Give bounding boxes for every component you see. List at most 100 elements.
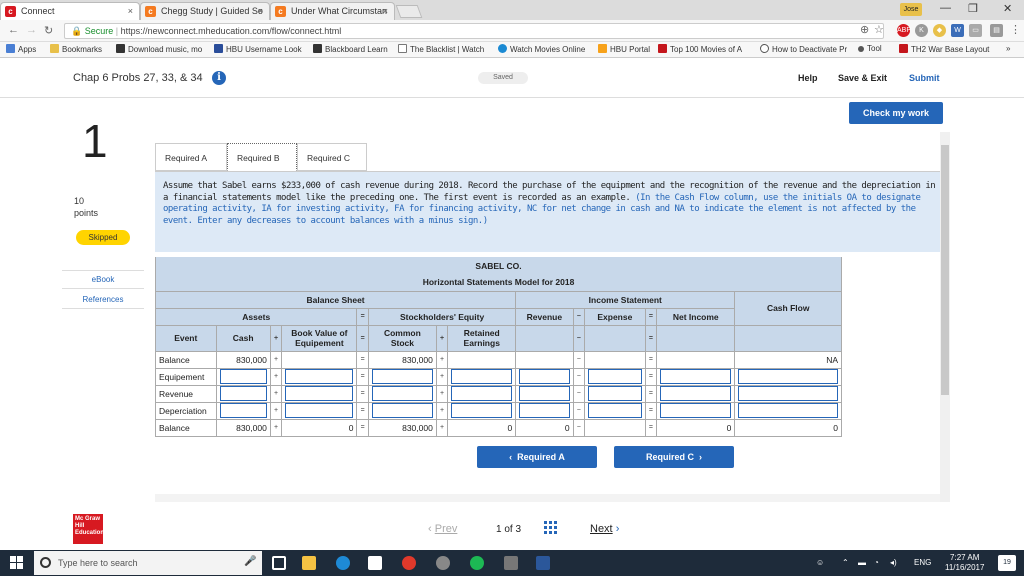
cash-input[interactable] bbox=[220, 369, 267, 384]
taskbar-search-input[interactable]: Type here to search bbox=[34, 551, 262, 575]
re-input[interactable] bbox=[451, 386, 512, 401]
extension-word-icon[interactable]: W bbox=[951, 24, 964, 37]
reload-icon[interactable]: ↻ bbox=[44, 24, 53, 37]
battery-icon[interactable]: ▬ bbox=[858, 558, 866, 567]
close-tab-icon[interactable]: × bbox=[383, 3, 388, 19]
rev-input[interactable] bbox=[519, 386, 569, 401]
back-arrow-icon[interactable]: ← bbox=[8, 24, 19, 36]
minus-sign: − bbox=[573, 419, 584, 436]
bv-input[interactable] bbox=[285, 369, 353, 384]
ebook-link[interactable]: eBook bbox=[62, 275, 144, 284]
tab-required-b[interactable]: Required B bbox=[227, 143, 297, 171]
app-icon[interactable] bbox=[436, 556, 450, 570]
language-indicator[interactable]: ENG bbox=[914, 558, 931, 567]
people-icon[interactable]: ☺ bbox=[816, 558, 824, 567]
minimize-icon[interactable]: — bbox=[940, 2, 951, 14]
bookmark-blackboard[interactable]: Blackboard Learn bbox=[313, 44, 388, 54]
ni-input[interactable] bbox=[660, 369, 731, 384]
ni-input[interactable] bbox=[660, 403, 731, 418]
spotify-icon[interactable] bbox=[470, 556, 484, 570]
maximize-icon[interactable]: ❐ bbox=[968, 2, 978, 15]
file-explorer-icon[interactable] bbox=[302, 556, 316, 570]
bookmark-hbu-portal[interactable]: HBU Portal bbox=[598, 44, 650, 54]
exp-input[interactable] bbox=[588, 403, 642, 418]
exp-input[interactable] bbox=[588, 369, 642, 384]
references-link[interactable]: References bbox=[62, 295, 144, 304]
extension-yellow-icon[interactable]: ◆ bbox=[933, 24, 946, 37]
cs-input[interactable] bbox=[372, 386, 433, 401]
cash-input[interactable] bbox=[220, 403, 267, 418]
next-required-button[interactable]: Required C › bbox=[614, 446, 734, 468]
bookmarks-more[interactable]: » bbox=[1006, 44, 1010, 53]
edge-icon[interactable] bbox=[336, 556, 350, 570]
browser-menu-icon[interactable]: ⋮ bbox=[1010, 23, 1021, 36]
bookmark-tool[interactable]: Tool bbox=[858, 44, 882, 53]
bv-input[interactable] bbox=[285, 403, 353, 418]
submit-link[interactable]: Submit bbox=[909, 73, 940, 83]
re-input[interactable] bbox=[451, 403, 512, 418]
bookmark-watch-movies[interactable]: Watch Movies Online bbox=[498, 44, 585, 54]
store-icon[interactable] bbox=[368, 556, 382, 570]
bookmark-th2-war[interactable]: TH2 War Base Layout bbox=[899, 44, 989, 54]
clock[interactable]: 7:27 AM 11/16/2017 bbox=[945, 553, 984, 573]
browser-tab-chegg-2[interactable]: c Under What Circumstan × bbox=[270, 2, 395, 20]
cash-input[interactable] bbox=[220, 386, 267, 401]
microphone-icon[interactable]: 🎤 bbox=[244, 556, 258, 570]
new-tab-button[interactable] bbox=[396, 5, 423, 18]
wifi-icon[interactable]: ◔ bbox=[874, 558, 879, 567]
tab-required-c[interactable]: Required C bbox=[297, 143, 367, 171]
page-grid-icon[interactable] bbox=[544, 521, 558, 535]
forward-arrow-icon[interactable]: → bbox=[26, 24, 37, 36]
bookmark-bookmarks[interactable]: Bookmarks bbox=[50, 44, 102, 54]
bookmark-blacklist[interactable]: The Blacklist | Watch bbox=[398, 44, 484, 54]
bookmark-star-icon[interactable]: ☆ bbox=[874, 23, 884, 36]
horizontal-scrollbar[interactable] bbox=[155, 494, 940, 502]
ni-input[interactable] bbox=[660, 386, 731, 401]
browser-tab-chegg[interactable]: c Chegg Study | Guided So × bbox=[140, 2, 270, 20]
volume-icon[interactable]: ◂) bbox=[890, 558, 897, 567]
windows-start-icon[interactable] bbox=[10, 556, 24, 570]
close-tab-icon[interactable]: × bbox=[128, 3, 133, 19]
next-page-button[interactable]: Next › bbox=[590, 523, 619, 535]
cf-input[interactable] bbox=[738, 369, 838, 384]
task-view-icon[interactable] bbox=[272, 556, 286, 570]
info-icon[interactable]: i bbox=[212, 71, 226, 85]
rev-input[interactable] bbox=[519, 369, 569, 384]
re-input[interactable] bbox=[451, 369, 512, 384]
extension-abp-icon[interactable]: ABP bbox=[897, 24, 910, 37]
tab-required-a[interactable]: Required A bbox=[155, 143, 227, 171]
cs-input[interactable] bbox=[372, 403, 433, 418]
close-window-icon[interactable]: ✕ bbox=[1003, 2, 1012, 15]
cs-input[interactable] bbox=[372, 369, 433, 384]
help-link[interactable]: Help bbox=[798, 73, 818, 83]
bookmark-top-100[interactable]: Top 100 Movies of A bbox=[658, 44, 742, 54]
calculator-icon[interactable] bbox=[504, 556, 518, 570]
word-icon[interactable] bbox=[536, 556, 550, 570]
rev-input[interactable] bbox=[519, 403, 569, 418]
user-profile-chip[interactable]: Jose bbox=[900, 3, 922, 16]
bookmark-apps[interactable]: Apps bbox=[6, 44, 36, 54]
cf-cell: NA bbox=[735, 351, 842, 368]
extension-cast-icon[interactable]: ▭ bbox=[969, 24, 982, 37]
save-exit-link[interactable]: Save & Exit bbox=[838, 73, 887, 83]
close-tab-icon[interactable]: × bbox=[258, 3, 263, 19]
chrome-icon[interactable] bbox=[402, 556, 416, 570]
prev-required-button[interactable]: ‹ Required A bbox=[477, 446, 597, 468]
tray-expand-icon[interactable]: ⌃ bbox=[842, 558, 849, 567]
zoom-icon[interactable]: ⊕ bbox=[860, 23, 869, 36]
bv-input[interactable] bbox=[285, 386, 353, 401]
bookmark-deactivate[interactable]: How to Deactivate Pr bbox=[760, 44, 847, 54]
cf-input[interactable] bbox=[738, 386, 838, 401]
browser-tab-connect[interactable]: c Connect × bbox=[0, 2, 140, 20]
bookmark-download-music[interactable]: Download music, mo bbox=[116, 44, 202, 54]
check-my-work-button[interactable]: Check my work bbox=[849, 102, 943, 124]
vertical-scroll-thumb[interactable] bbox=[941, 145, 949, 395]
prev-page-button[interactable]: ‹ Prev bbox=[428, 523, 457, 535]
bookmark-hbu-username[interactable]: HBU Username Look bbox=[214, 44, 302, 54]
url-input[interactable]: 🔒 Secure | https://newconnect.mheducatio… bbox=[64, 23, 884, 39]
extension-gray-icon[interactable]: K bbox=[915, 24, 928, 37]
notifications-icon[interactable]: 19 bbox=[998, 555, 1016, 571]
extension-misc-icon[interactable]: ▤ bbox=[990, 24, 1003, 37]
cf-input[interactable] bbox=[738, 403, 838, 418]
exp-input[interactable] bbox=[588, 386, 642, 401]
